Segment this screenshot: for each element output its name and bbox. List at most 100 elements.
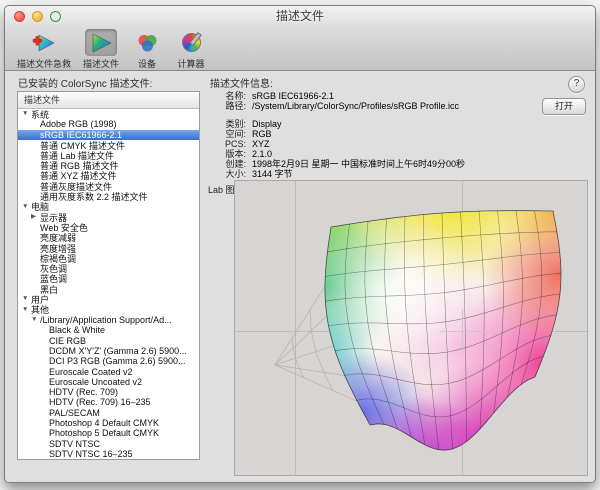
profile-tree-item[interactable]: 普通灰度描述文件 <box>18 181 199 191</box>
profile-tree-item-label: PAL/SECAM <box>49 408 100 418</box>
profile-tree-item[interactable]: Web 安全色 <box>18 222 199 232</box>
disclosure-triangle-icon[interactable] <box>22 202 31 212</box>
profile-info: 名称: sRGB IEC61966-2.1 路径: /System/Librar… <box>210 91 540 179</box>
profile-tree-item-label: DCI P3 RGB (Gamma 2.6) 5900... <box>49 356 186 366</box>
info-row: 版本: 2.1.0 <box>210 149 540 159</box>
profile-tree-item[interactable]: 电脑 <box>18 202 199 212</box>
profile-tree-item[interactable]: SDTV NTSC 16–235 <box>18 449 199 459</box>
info-row-label: 创建: <box>210 159 246 169</box>
profile-tree-item-label: 黑白 <box>40 284 58 294</box>
info-row-value: XYZ <box>252 139 270 149</box>
profile-tree-item-label: 电脑 <box>31 202 49 212</box>
profile-tree-item[interactable]: 蓝色调 <box>18 274 199 284</box>
profile-tree: 系统 Adobe RGB (1998) sRGB IEC61966-2.1 <box>18 109 199 459</box>
profile-tree-item[interactable]: Euroscale Uncoated v2 <box>18 377 199 387</box>
info-row-label: 类别: <box>210 119 246 129</box>
profile-tree-item[interactable]: DCDM X'Y'Z' (Gamma 2.6) 5900... <box>18 346 199 356</box>
profile-tree-item-label: /Library/Application Support/Ad... <box>40 315 172 325</box>
profile-tree-item[interactable]: CIE RGB <box>18 336 199 346</box>
profile-tree-item-label: 普通 RGB 描述文件 <box>40 160 119 170</box>
profile-tree-item[interactable]: 其他 <box>18 305 199 315</box>
window-header: 描述文件 描述文件急救 <box>5 6 595 71</box>
info-row-value: /System/Library/ColorSync/Profiles/sRGB … <box>252 101 459 111</box>
profile-tree-item[interactable]: Photoshop 5 Default CMYK <box>18 428 199 438</box>
profile-tree-item[interactable]: Black & White <box>18 325 199 335</box>
profile-tree-item-label: 普通 XYZ 描述文件 <box>40 171 117 181</box>
info-title: 描述文件信息: <box>210 75 273 90</box>
profile-tree-item[interactable]: HDTV (Rec. 709) <box>18 387 199 397</box>
disclosure-triangle-icon[interactable] <box>31 315 40 325</box>
profile-tree-item[interactable]: PAL/SECAM <box>18 408 199 418</box>
profile-tree-item-label: HDTV (Rec. 709) 16–235 <box>49 397 151 407</box>
profile-tree-item[interactable]: DCI P3 RGB (Gamma 2.6) 5900... <box>18 356 199 366</box>
profile-tree-item-label: 系统 <box>31 109 49 119</box>
colorsync-window: 描述文件 描述文件急救 <box>4 5 596 483</box>
info-row-value: 3144 字节 <box>252 169 293 179</box>
profile-tree-item-label: DCDM X'Y'Z' (Gamma 2.6) 5900... <box>49 346 187 356</box>
toolbar-item-profile-first-aid[interactable]: 描述文件急救 <box>11 28 77 71</box>
profile-tree-item[interactable]: 普通 RGB 描述文件 <box>18 160 199 170</box>
profile-tree-item[interactable]: 棕褐色调 <box>18 253 199 263</box>
info-row: 类别: Display <box>210 119 540 129</box>
gamut-surface <box>235 181 587 475</box>
info-row: 路径: /System/Library/ColorSync/Profiles/s… <box>210 101 540 111</box>
profile-tree-item[interactable]: 普通 XYZ 描述文件 <box>18 171 199 181</box>
help-button[interactable]: ? <box>568 76 585 93</box>
info-row: 大小: 3144 字节 <box>210 169 540 179</box>
toolbar-item-profiles[interactable]: 描述文件 <box>77 28 125 71</box>
profile-tree-item[interactable]: 显示器 <box>18 212 199 222</box>
origin-crosshair-h <box>440 331 486 332</box>
profile-tree-item-label: CIE RGB <box>49 336 86 346</box>
profile-tree-item[interactable]: Photoshop 4 Default CMYK <box>18 418 199 428</box>
gamut-plot[interactable] <box>234 180 588 476</box>
profile-tree-item-label: Black & White <box>49 325 105 335</box>
info-row: 空间: RGB <box>210 129 540 139</box>
profile-tree-item[interactable]: /Library/Application Support/Ad... <box>18 315 199 325</box>
profile-tree-item-label: Euroscale Uncoated v2 <box>49 377 142 387</box>
sidebar-title: 已安装的 ColorSync 描述文件: <box>18 75 152 90</box>
disclosure-triangle-icon[interactable] <box>22 305 31 315</box>
profile-tree-item[interactable]: Adobe RGB (1998) <box>18 119 199 129</box>
toolbar-item-label: 设备 <box>138 57 156 70</box>
profile-tree-item-label: 普通 CMYK 描述文件 <box>40 140 125 150</box>
zoom-button[interactable] <box>50 11 61 22</box>
profile-tree-item[interactable]: HDTV (Rec. 709) 16–235 <box>18 397 199 407</box>
profile-tree-item-label: SDTV NTSC <box>49 439 100 449</box>
info-row-value: sRGB IEC61966-2.1 <box>252 91 334 101</box>
profile-tree-item[interactable]: 普通 Lab 描述文件 <box>18 150 199 160</box>
profile-tree-item[interactable]: SDTV NTSC <box>18 439 199 449</box>
profile-tree-item[interactable]: 系统 <box>18 109 199 119</box>
profile-tree-item-label: Photoshop 4 Default CMYK <box>49 418 159 428</box>
profile-tree-item-label: 蓝色调 <box>40 274 67 284</box>
profile-tree-item[interactable]: 亮度减弱 <box>18 233 199 243</box>
open-button[interactable]: 打开 <box>542 98 586 115</box>
profile-tree-item[interactable]: 灰色调 <box>18 263 199 273</box>
titlebar[interactable]: 描述文件 <box>5 6 595 27</box>
window-content: 已安装的 ColorSync 描述文件: 描述文件 系统 Adobe RGB (… <box>5 71 595 482</box>
minimize-button[interactable] <box>32 11 43 22</box>
info-row: PCS: XYZ <box>210 139 540 149</box>
profile-tree-item[interactable]: Euroscale Coated v2 <box>18 366 199 376</box>
profile-tree-item[interactable]: sRGB IEC61966-2.1 <box>18 130 199 140</box>
close-button[interactable] <box>14 11 25 22</box>
profile-tree-item[interactable]: 黑白 <box>18 284 199 294</box>
profile-list: 描述文件 系统 Adobe RGB (1998) sRGB <box>17 91 200 460</box>
disclosure-triangle-icon[interactable] <box>22 294 31 304</box>
toolbar-item-calculator[interactable]: 计算器 <box>169 28 213 71</box>
disclosure-triangle-icon[interactable] <box>22 109 31 119</box>
toolbar-item-devices[interactable]: 设备 <box>125 28 169 71</box>
profile-tree-item[interactable]: 用户 <box>18 294 199 304</box>
profile-tree-item-label: 亮度增强 <box>40 243 76 253</box>
profile-tree-item[interactable]: 亮度增强 <box>18 243 199 253</box>
plot-type-label: Lab 图 <box>208 185 235 195</box>
profile-column-header[interactable]: 描述文件 <box>18 92 199 109</box>
disclosure-triangle-icon[interactable] <box>31 212 40 222</box>
toolbar-item-label: 描述文件急救 <box>17 57 71 70</box>
profile-tree-item-label: Photoshop 5 Default CMYK <box>49 428 159 438</box>
profile-tree-item[interactable]: 普通 CMYK 描述文件 <box>18 140 199 150</box>
info-row-value: RGB <box>252 129 272 139</box>
info-row-label: 名称: <box>210 91 246 101</box>
info-row-label: 大小: <box>210 169 246 179</box>
info-row-label: 空间: <box>210 129 246 139</box>
profile-tree-item[interactable]: 通用灰度系数 2.2 描述文件 <box>18 191 199 201</box>
